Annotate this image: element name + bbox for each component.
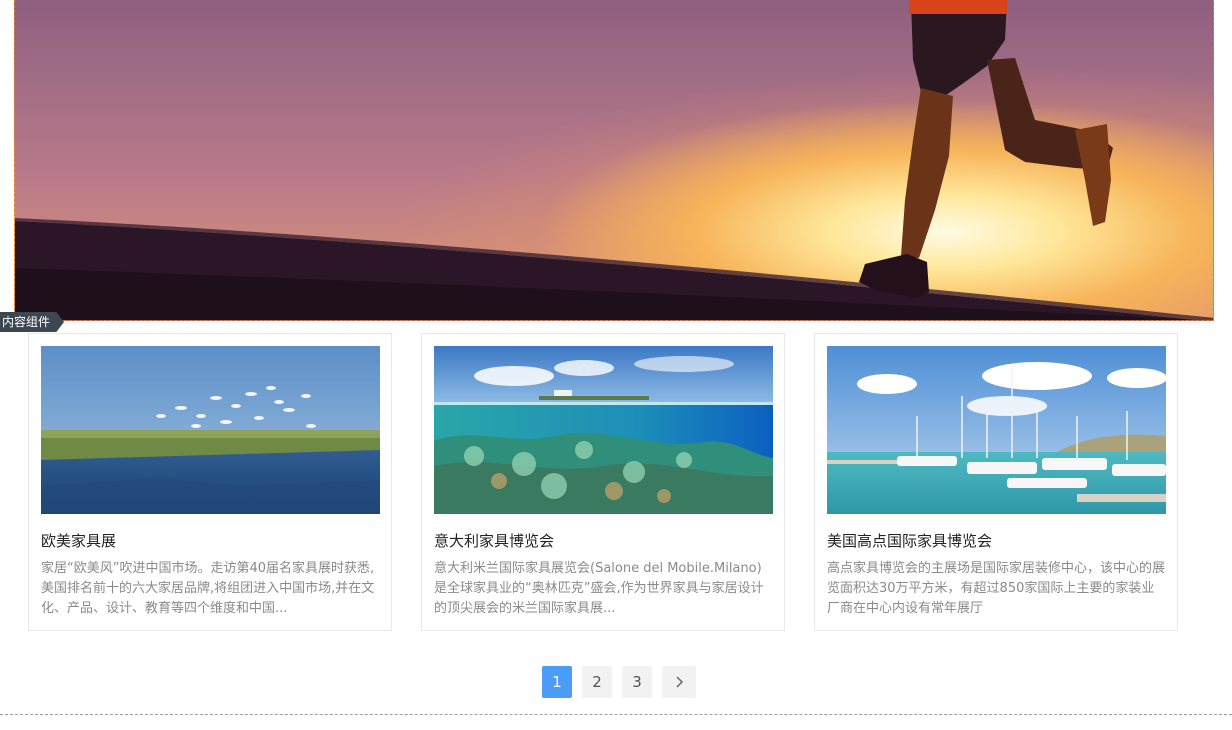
card-description: 家居“欧美风”吹进中国市场。走访第40届名家具展时获悉,美国排名前十的六大家居品…: [41, 561, 375, 616]
card-title[interactable]: 意大利家具博览会: [434, 530, 774, 551]
card-title[interactable]: 欧美家具展: [41, 530, 381, 551]
card-description: 意大利米兰国际家具展览会(Salone del Mobile.Milano)是全…: [434, 561, 764, 616]
chevron-right-icon: [676, 676, 684, 688]
card-item[interactable]: 欧美家具展 家居“欧美风”吹进中国市场。走访第40届名家具展时获悉,美国排名前十…: [28, 333, 392, 631]
content-component-badge: 内容组件: [0, 312, 65, 332]
page-button-2[interactable]: 2: [582, 666, 612, 698]
card-image-coral-reef[interactable]: [434, 346, 773, 514]
card-item[interactable]: 意大利家具博览会 意大利米兰国际家具展览会(Salone del Mobile.…: [421, 333, 785, 631]
card-item[interactable]: 美国高点国际家具博览会 高点家具博览会的主展场是国际家居装修中心，该中心的展览面…: [814, 333, 1178, 631]
section-divider: [0, 714, 1232, 715]
next-page-button[interactable]: [662, 666, 696, 698]
card-description: 高点家具博览会的主展场是国际家居装修中心，该中心的展览面积达30万平方米，有超过…: [827, 561, 1166, 616]
card-image-marina-yachts[interactable]: [827, 346, 1166, 514]
sunset-runner-image: [15, 0, 1213, 320]
page-button-1[interactable]: 1: [542, 666, 572, 698]
card-image-wetland-birds[interactable]: [41, 346, 380, 514]
exhibition-card-list: 欧美家具展 家居“欧美风”吹进中国市场。走访第40届名家具展时获悉,美国排名前十…: [28, 333, 1180, 633]
card-title[interactable]: 美国高点国际家具博览会: [827, 530, 1167, 551]
hero-banner[interactable]: [14, 0, 1214, 321]
page-button-3[interactable]: 3: [622, 666, 652, 698]
